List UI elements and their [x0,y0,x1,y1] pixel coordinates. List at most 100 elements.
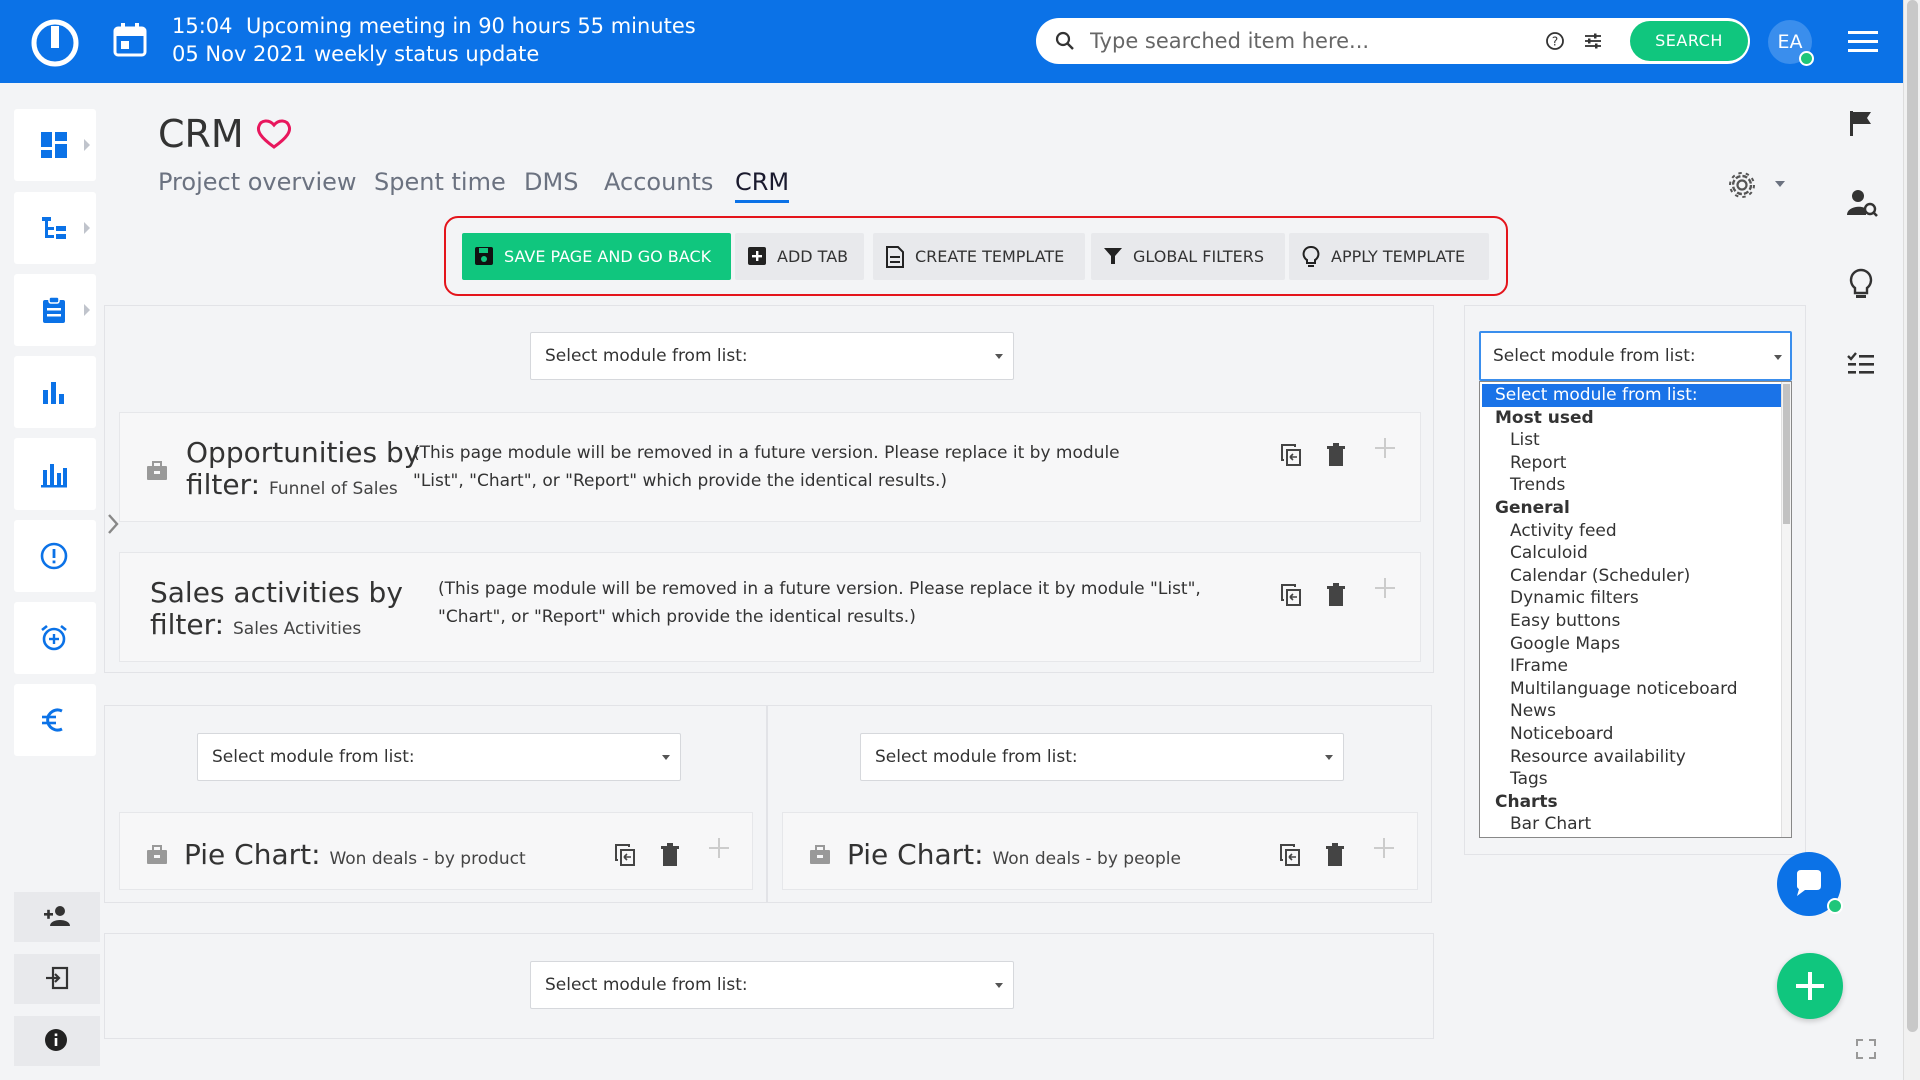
delete-module-icon[interactable] [1326,443,1346,467]
tab-crm[interactable]: CRM [735,168,790,203]
module-subtitle: Funnel of Sales [268,479,398,499]
help-icon[interactable]: ? [1544,30,1566,52]
module-select-value: Select module from list: [545,975,748,995]
flag-icon[interactable] [1846,108,1876,138]
meeting-title[interactable]: weekly status update [314,42,539,66]
module-option[interactable]: Activity feed [1480,520,1791,543]
sidebar-item-reports[interactable] [14,356,96,428]
settings-gear-icon[interactable] [1727,170,1757,200]
module-option[interactable]: Easy buttons [1480,610,1791,633]
user-avatar[interactable]: EA [1768,20,1814,66]
module-select[interactable]: Select module from list: [860,733,1344,781]
search-options-icon[interactable] [1582,30,1604,52]
module-options: Select module from list: Most used List Rep… [1480,384,1791,836]
module-option[interactable]: Calendar (Scheduler) [1480,565,1791,588]
page-scrollbar[interactable] [1903,0,1920,1080]
deprecation-note: (This page module will be removed in a f… [438,579,1201,627]
checklist-icon[interactable] [1846,350,1876,378]
delete-module-icon[interactable] [1325,843,1345,867]
module-option[interactable]: List [1480,429,1791,452]
save-page-button[interactable]: SAVE PAGE AND GO BACK [462,233,731,280]
module-option[interactable]: Google Maps [1480,633,1791,656]
module-option[interactable]: Report [1480,452,1791,475]
sidebar-item-tasks[interactable] [14,274,96,346]
copy-module-icon[interactable] [1280,583,1302,607]
copy-module-icon[interactable] [614,843,636,867]
alarm-clock-icon [40,624,68,652]
plus-square-icon [747,246,767,266]
tab-dms[interactable]: DMS [524,168,578,196]
search-box: ? SEARCH [1036,18,1750,64]
select-arrow-icon [662,755,670,760]
options-scrollbar[interactable] [1781,382,1791,837]
sidebar-info[interactable] [14,1016,100,1066]
options-scrollbar-thumb[interactable] [1783,384,1790,524]
chevron-right-icon [84,139,90,151]
module-option[interactable]: IFrame [1480,655,1791,678]
save-icon [474,246,494,266]
move-module-icon[interactable] [708,837,730,859]
favorite-heart-icon[interactable] [256,118,292,150]
tab-project-overview[interactable]: Project overview [158,168,357,196]
module-option[interactable]: Tags [1480,768,1791,791]
copy-module-icon[interactable] [1279,843,1301,867]
global-filters-button[interactable]: GLOBAL FILTERS [1091,233,1285,280]
chat-button[interactable] [1777,852,1843,916]
module-select[interactable]: Select module from list: [197,733,681,781]
add-tab-button[interactable]: ADD TAB [735,233,864,280]
module-option[interactable]: Calculoid [1480,542,1791,565]
module-option[interactable]: Select module from list: [1482,384,1781,407]
move-module-icon[interactable] [1374,577,1396,599]
create-template-button[interactable]: CREATE TEMPLATE [873,233,1085,280]
sidebar-add-user[interactable] [14,892,100,942]
module-option[interactable]: Resource availability [1480,746,1791,769]
meeting-time[interactable]: 15:04 [172,14,233,38]
module-opportunities: Opportunities by filter: Funnel of Sales… [119,412,1421,522]
sidebar-item-charts[interactable] [14,438,96,510]
module-option[interactable]: News [1480,700,1791,723]
calendar-icon[interactable] [112,22,148,58]
move-module-icon[interactable] [1373,837,1395,859]
copy-module-icon[interactable] [1280,443,1302,467]
meeting-countdown[interactable]: Upcoming meeting in 90 hours 55 minutes [246,14,696,38]
apply-template-label: APPLY TEMPLATE [1331,247,1466,266]
tab-spent-time[interactable]: Spent time [374,168,506,196]
module-options-list[interactable]: Select module from list: Most used List Rep… [1479,381,1792,838]
sidebar-item-reminders[interactable] [14,602,96,674]
search-input[interactable] [1090,24,1530,58]
fullscreen-icon[interactable] [1855,1038,1877,1060]
module-option[interactable]: Dynamic filters [1480,587,1791,610]
page-title: CRM [158,112,244,156]
sidebar-login[interactable] [14,954,100,1004]
hamburger-menu-icon[interactable] [1846,28,1880,56]
tab-accounts[interactable]: Accounts [604,168,713,196]
sidebar-item-projects[interactable] [14,192,96,264]
briefcase-icon [809,845,831,865]
module-option[interactable]: Bar Chart [1480,813,1791,836]
module-option[interactable]: Noticeboard [1480,723,1791,746]
app-logo-icon[interactable] [30,18,80,68]
apply-template-button[interactable]: APPLY TEMPLATE [1289,233,1489,280]
search-button[interactable]: SEARCH [1630,21,1748,61]
module-select-value: Select module from list: [1493,346,1696,366]
user-search-icon[interactable] [1846,188,1878,218]
module-select-open[interactable]: Select module from list: [1479,331,1792,381]
lightbulb-icon[interactable] [1846,268,1876,300]
module-title: Pie Chart: Won deals - by people [847,839,1267,875]
module-option[interactable]: Trends [1480,474,1791,497]
sidebar-item-dashboard[interactable] [14,109,96,181]
sidebar-item-issues[interactable] [14,520,96,592]
meeting-date[interactable]: 05 Nov 2021 [172,42,307,66]
delete-module-icon[interactable] [1326,583,1346,607]
move-module-icon[interactable] [1374,437,1396,459]
sidebar-item-finance[interactable] [14,684,96,756]
add-button[interactable] [1777,953,1843,1019]
plus-icon [1796,972,1824,1000]
delete-module-icon[interactable] [660,843,680,867]
settings-dropdown-icon[interactable] [1775,181,1785,187]
chevron-right-icon[interactable] [104,512,122,536]
module-select[interactable]: Select module from list: [530,332,1014,380]
page-scrollbar-thumb[interactable] [1907,0,1918,1032]
module-option[interactable]: Multilanguage noticeboard [1480,678,1791,701]
module-select[interactable]: Select module from list: [530,961,1014,1009]
